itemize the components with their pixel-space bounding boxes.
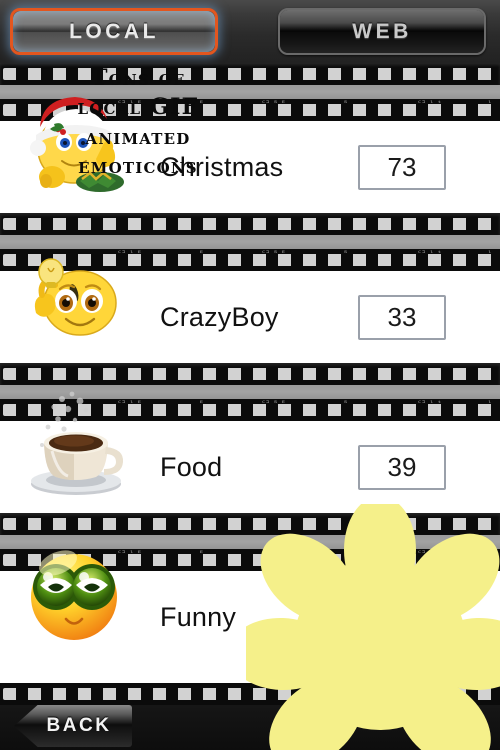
list-item-body[interactable]: Christmas 73 — [0, 97, 500, 213]
list-item-count: 33 — [358, 294, 446, 340]
list-item[interactable]: ⊂⊐ l EE ⊂⊐ S ES ⊂⊐ l tl — [0, 513, 500, 663]
count-value: 39 — [387, 451, 417, 482]
list-item-count: 73 — [358, 144, 446, 190]
list-item-body[interactable]: Funny — [0, 550, 500, 663]
film-holes — [3, 368, 500, 380]
list-item[interactable]: ⊂⊐ l EE ⊂⊐ S ES ⊂⊐ l tl — [0, 63, 500, 213]
tab-local-label: LOCAL — [69, 19, 159, 43]
category-list[interactable]: ⊂⊐ l EE ⊂⊐ S ES ⊂⊐ l tl Christmas 73 ⊂⊐ … — [0, 63, 500, 683]
list-item[interactable]: ⊂⊐ l EE ⊂⊐ S ES ⊂⊐ l tl — [0, 213, 500, 363]
film-strip-upper — [0, 213, 500, 235]
count-value: 33 — [387, 301, 417, 332]
list-item-label: CrazyBoy — [160, 301, 279, 332]
idea-smiley-icon — [18, 235, 138, 353]
film-holes — [3, 68, 500, 80]
list-item-label: Funny — [160, 601, 237, 632]
header-bar: LOCAL WEB — [0, 0, 500, 63]
film-strip-footer — [0, 683, 500, 705]
film-holes — [3, 518, 500, 530]
app-root: LOCAL WEB ⊂⊐ l EE ⊂⊐ S ES ⊂⊐ l tl Christ… — [0, 0, 500, 750]
list-item-count: 39 — [358, 444, 446, 490]
list-item-label: Christmas — [160, 151, 284, 182]
list-item-label: Food — [160, 451, 223, 482]
tab-web-label: WEB — [352, 19, 412, 43]
film-strip-upper — [0, 513, 500, 535]
footer-bar: BACK — [0, 683, 500, 750]
count-value: 73 — [387, 151, 417, 182]
film-strip-upper — [0, 363, 500, 385]
list-item[interactable]: ⊂⊐ l EE ⊂⊐ S ES ⊂⊐ l tl — [0, 363, 500, 513]
tab-local[interactable]: LOCAL — [10, 8, 218, 55]
tab-web[interactable]: WEB — [278, 8, 486, 55]
film-holes — [3, 218, 500, 230]
list-item-body[interactable]: CrazyBoy 33 — [0, 258, 500, 363]
big-eyes-smiley-icon — [18, 535, 138, 653]
film-strip-upper — [0, 63, 500, 85]
coffee-cup-icon — [18, 385, 138, 503]
film-holes — [3, 688, 500, 700]
santa-smiley-icon — [18, 85, 138, 203]
back-button[interactable]: BACK — [14, 705, 132, 747]
back-button-label: BACK — [46, 715, 112, 736]
list-item-body[interactable]: Food 39 — [0, 391, 500, 513]
